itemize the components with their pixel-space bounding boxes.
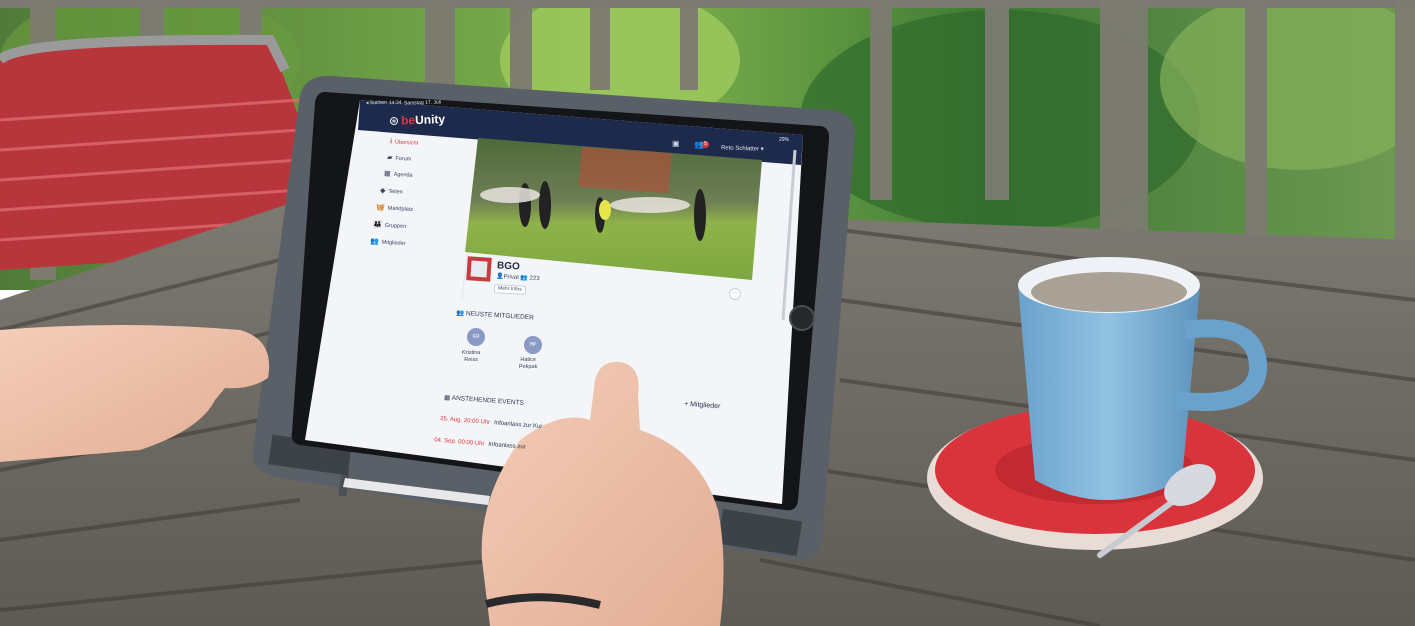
sidebar-item-agenda[interactable]: ▦ Agenda (384, 170, 413, 179)
chat-icon: ▰ (386, 154, 393, 162)
notification-badge: 5 (702, 141, 709, 148)
status-time: 14:34 (388, 99, 402, 107)
logo-text-be: be (400, 113, 416, 128)
member-name[interactable]: Hatice Pekpak (519, 357, 537, 371)
group-icon: 👪 (372, 221, 382, 229)
sidebar-item-label: Agenda (393, 171, 413, 179)
avatar[interactable]: KR (467, 328, 485, 346)
members-icon: 👥 (369, 238, 379, 246)
handshake-icon: ◆ (379, 187, 386, 195)
sidebar-item-label: Gruppen (384, 222, 407, 230)
tablet-on-table-photo (0, 0, 1415, 626)
member-last-name: Pekpak (519, 363, 538, 370)
more-options-icon[interactable]: ··· (729, 288, 741, 300)
more-info-button[interactable]: Mehr Infos (493, 284, 526, 295)
photo-scene: ◂ Suchen 14:34 Samstag 17. Juli 29% ⊛ beU… (0, 0, 1415, 626)
member-first-name: Hatice (520, 357, 536, 363)
sidebar-item-label: Mitglieder (381, 239, 406, 247)
sidebar-item-label: Forum (395, 155, 412, 163)
logo-text-unity: Unity (414, 112, 446, 128)
member-last-name: Reiss (464, 356, 479, 363)
info-icon: i (389, 138, 393, 146)
messages-icon[interactable]: ▣ (672, 140, 680, 148)
logo-mark-icon: ⊛ (388, 113, 400, 128)
member-name[interactable]: Kristina Reiss (462, 350, 480, 364)
group-name: BGO (496, 260, 521, 273)
status-back-label[interactable]: ◂ Suchen (366, 100, 387, 107)
sidebar-item-forum[interactable]: ▰ Forum (387, 154, 412, 163)
member-first-name: Kristina (462, 350, 481, 356)
basket-icon: 🧺 (375, 204, 385, 212)
status-battery: 29% (779, 137, 790, 143)
sidebar-item-label: Übersicht (394, 139, 419, 147)
calendar-icon: ▦ (383, 170, 391, 178)
sidebar-item-label: Teilen (388, 188, 403, 196)
sidebar-item-uebersicht[interactable]: i Übersicht (390, 138, 419, 147)
avatar[interactable]: HP (524, 336, 542, 354)
sidebar-item-label: Marktplatz (387, 205, 414, 213)
app-logo[interactable]: ⊛ beUnity (389, 111, 446, 129)
status-date: Samstag 17. Juli (403, 99, 442, 107)
sidebar-item-teilen[interactable]: ◆ Teilen (380, 187, 403, 196)
